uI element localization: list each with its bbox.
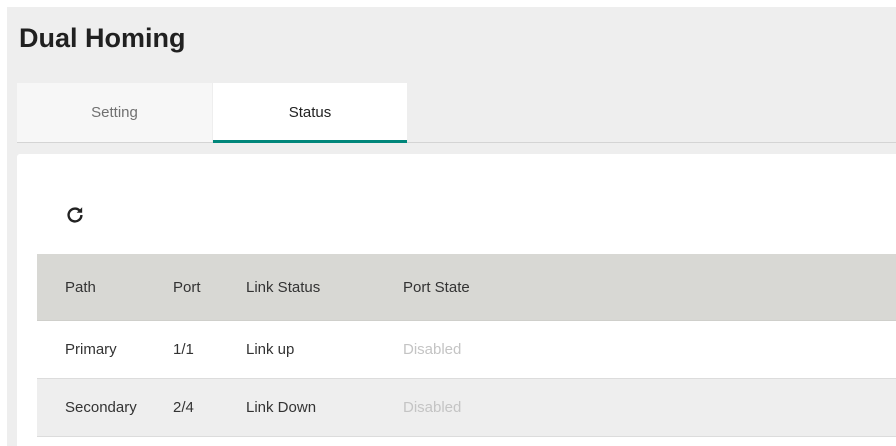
page-title: Dual Homing — [19, 23, 186, 53]
tab-status[interactable]: Status — [213, 83, 407, 143]
cell-port-state: Disabled — [403, 399, 462, 416]
tab-bar: Setting Status — [17, 83, 896, 143]
column-header-path[interactable]: Path — [65, 254, 96, 320]
table-header-row: Path Port Link Status Port State — [37, 254, 896, 321]
tab-status-label: Status — [288, 104, 332, 121]
table-row: Secondary 2/4 Link Down Disabled — [37, 379, 896, 437]
column-header-port-state[interactable]: Port State — [403, 254, 470, 320]
cell-port-state: Disabled — [403, 341, 462, 358]
cell-link-status: Link Down — [246, 399, 317, 416]
cell-port: 1/1 — [173, 341, 194, 358]
column-header-link-status[interactable]: Link Status — [246, 254, 320, 320]
cell-path: Primary — [65, 341, 117, 358]
tab-setting[interactable]: Setting — [17, 83, 212, 142]
cell-link-status: Link up — [246, 341, 295, 358]
column-header-port[interactable]: Port — [173, 254, 201, 320]
dual-homing-status-table: Path Port Link Status Port State Primary… — [37, 254, 896, 437]
refresh-icon — [67, 207, 83, 223]
table-row: Primary 1/1 Link up Disabled — [37, 321, 896, 379]
refresh-button[interactable] — [60, 200, 90, 230]
page: Dual Homing Setting Status Path Port Lin… — [0, 0, 896, 446]
cell-port: 2/4 — [173, 399, 194, 416]
cell-path: Secondary — [65, 399, 137, 416]
active-tab-indicator — [213, 140, 407, 143]
